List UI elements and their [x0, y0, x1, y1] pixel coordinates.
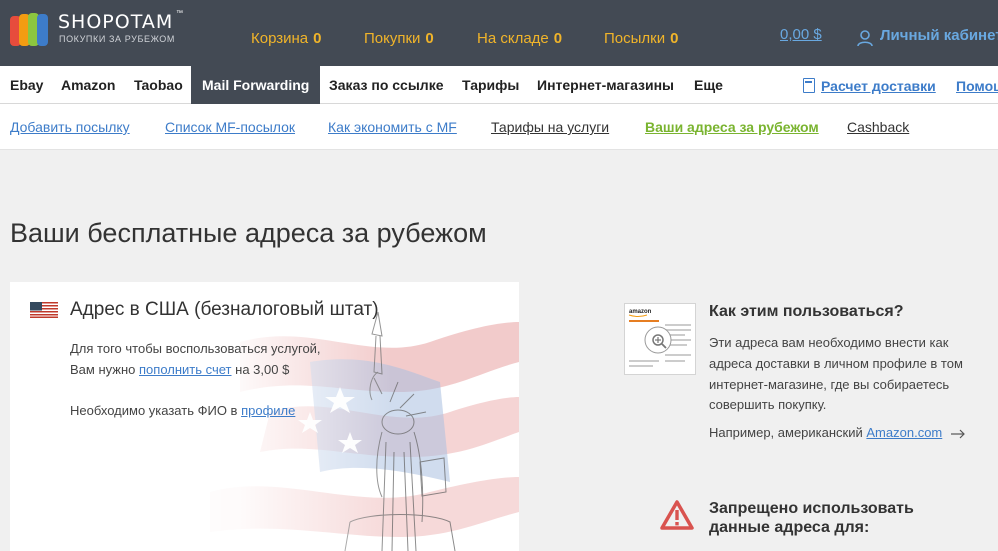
nav-order-by-link[interactable]: Заказ по ссылке — [329, 66, 443, 104]
how-to-use-text-line-4: совершить покупку. — [709, 397, 827, 412]
nav-ebay[interactable]: Ebay — [10, 66, 43, 104]
parcels-link[interactable]: Посылки 0 — [604, 30, 678, 47]
personal-cabinet-link[interactable]: Личный кабинет — [880, 27, 998, 44]
logo-text[interactable]: SHOPOTAM — [58, 11, 173, 33]
amazon-address-screenshot-thumbnail[interactable]: amazon — [624, 303, 696, 375]
warning-icon — [660, 500, 694, 530]
parcels-count: 0 — [670, 30, 679, 47]
top-header: SHOPOTAM ™ ПОКУПКИ ЗА РУБЕЖОМ Корзина 0 П… — [0, 0, 998, 66]
subnav-mf-parcels-list[interactable]: Список MF-посылок — [165, 119, 295, 135]
balance-link[interactable]: 0,00 $ — [780, 26, 822, 43]
subnav-cashback[interactable]: Cashback — [847, 119, 909, 135]
nav-online-stores[interactable]: Интернет-магазины — [537, 66, 674, 104]
purchases-count: 0 — [425, 30, 434, 47]
example-line: Например, американский Amazon.com — [709, 425, 966, 440]
how-to-use-text-line-2: адреса доставки в личном профиле в том — [709, 356, 963, 371]
user-icon[interactable] — [856, 29, 874, 47]
help-link[interactable]: Помощь — [956, 66, 998, 104]
card-line-2: Вам нужно пополнить счет на 3,00 $ — [70, 362, 290, 377]
nav-tariffs[interactable]: Тарифы — [462, 66, 519, 104]
cart-count: 0 — [313, 30, 322, 47]
subnav-your-addresses[interactable]: Ваши адреса за рубежом — [645, 119, 819, 135]
main-nav: Ebay Amazon Taobao Mail Forwarding Заказ… — [0, 66, 998, 104]
cart-link[interactable]: Корзина 0 — [251, 30, 321, 47]
card-line-3: Необходимо указать ФИО в профиле — [70, 403, 296, 418]
subnav-service-tariffs[interactable]: Тарифы на услуги — [491, 119, 609, 135]
warehouse-link[interactable]: На складе 0 — [477, 30, 562, 47]
nav-more[interactable]: Еще — [694, 66, 723, 104]
sub-nav: Добавить посылку Список MF-посылок Как э… — [0, 104, 998, 150]
top-up-account-link[interactable]: пополнить счет — [139, 362, 232, 377]
card-line-1: Для того чтобы воспользоваться услугой, — [70, 341, 321, 356]
nav-amazon[interactable]: Amazon — [61, 66, 115, 104]
how-to-use-title: Как этим пользоваться? — [709, 303, 904, 320]
arrow-right-icon[interactable] — [950, 429, 966, 439]
nav-mail-forwarding[interactable]: Mail Forwarding — [191, 66, 321, 104]
warning-title-line-1: Запрещено использовать — [709, 500, 914, 517]
page-title: Ваши бесплатные адреса за рубежом — [10, 218, 487, 248]
thumb-brand: amazon — [629, 309, 652, 315]
subnav-add-parcel[interactable]: Добавить посылку — [10, 119, 130, 135]
calculator-icon[interactable] — [803, 78, 815, 93]
zoom-thumbnail-icon: amazon — [628, 309, 691, 367]
logo-subtitle: ПОКУПКИ ЗА РУБЕЖОМ — [59, 34, 175, 44]
usa-address-card: Адрес в США (безналоговый штат) Для того… — [10, 282, 519, 551]
amazon-link[interactable]: Amazon.com — [866, 425, 942, 440]
warehouse-count: 0 — [553, 30, 563, 47]
logo-trademark: ™ — [176, 10, 183, 17]
nav-taobao[interactable]: Taobao — [134, 66, 183, 104]
warning-title-line-2: данные адреса для: — [709, 519, 870, 536]
card-title: Адрес в США (безналоговый штат) — [70, 299, 379, 320]
purchases-link[interactable]: Покупки 0 — [364, 30, 434, 47]
delivery-calc-link[interactable]: Расчет доставки — [821, 66, 936, 104]
profile-link[interactable]: профиле — [241, 403, 295, 418]
how-to-use-text-line-1: Эти адреса вам необходимо внести как — [709, 335, 949, 350]
usa-flag-icon — [30, 302, 58, 318]
subnav-save-with-mf[interactable]: Как экономить с MF — [328, 119, 457, 135]
how-to-use-text-line-3: интернет-магазине, где вы собираетесь — [709, 377, 950, 392]
shopotam-logo-icon[interactable] — [10, 12, 50, 48]
